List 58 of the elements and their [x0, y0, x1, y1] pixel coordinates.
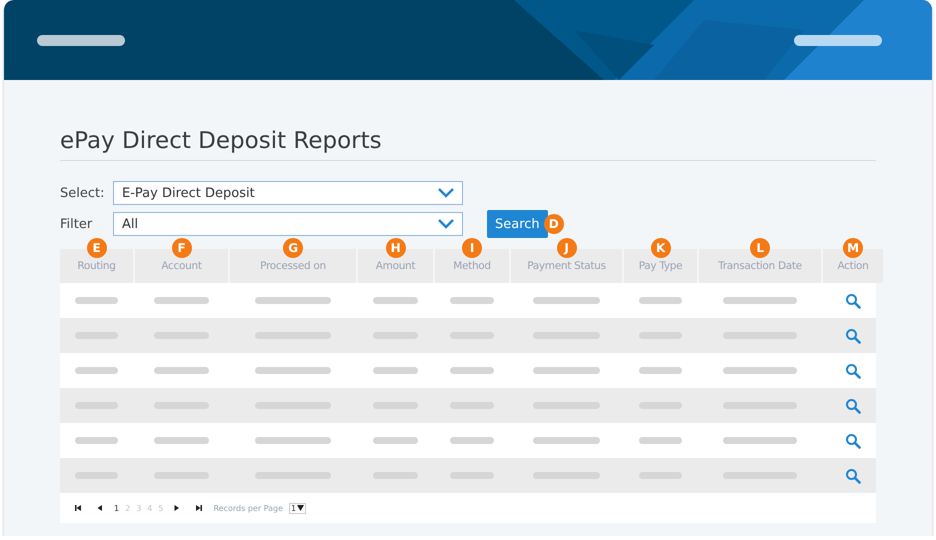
search-icon[interactable]	[845, 292, 861, 308]
chevron-down-icon	[438, 188, 454, 198]
column-header: Amount	[376, 260, 416, 272]
placeholder-bar	[450, 367, 494, 374]
filter-label: Filter	[60, 216, 94, 232]
search-icon[interactable]	[845, 398, 861, 414]
column-header: Action	[837, 260, 869, 272]
callout-badge: K	[650, 238, 670, 258]
page-link[interactable]: 1	[114, 504, 120, 512]
caret-icon	[297, 505, 304, 511]
placeholder-bar	[533, 437, 600, 444]
per-page-select[interactable]: 1	[289, 502, 306, 514]
placeholder-bar	[373, 297, 418, 304]
callout-badge: L	[750, 238, 770, 258]
search-icon[interactable]	[845, 468, 861, 484]
placeholder-bar	[638, 367, 682, 374]
report-select[interactable]: E-Pay Direct Deposit	[113, 181, 463, 205]
placeholder-bar	[373, 367, 418, 374]
next-page-icon[interactable]	[173, 504, 182, 512]
chevron-down-icon	[438, 219, 454, 229]
placeholder-bar	[154, 367, 210, 374]
callout-badge: J	[556, 238, 576, 258]
callout-badge: H	[386, 238, 406, 258]
search-button[interactable]: Search	[487, 210, 548, 238]
callout-badge: F	[172, 238, 192, 258]
placeholder-bar	[74, 297, 118, 304]
callout-badge: E	[86, 238, 106, 258]
callout-badge: I	[462, 238, 482, 258]
column-header: Payment Status	[527, 260, 606, 272]
placeholder-bar	[638, 437, 682, 444]
select-label: Select:	[60, 186, 106, 200]
column-header: Pay Type	[638, 260, 682, 272]
records-per-page-label: Records per Page	[213, 504, 284, 512]
placeholder-bar	[74, 437, 118, 444]
search-icon[interactable]	[845, 432, 861, 448]
search-icon[interactable]	[845, 362, 861, 378]
placeholder-bar	[450, 437, 494, 444]
column-header: Method	[453, 260, 491, 272]
placeholder-bar	[638, 297, 682, 304]
placeholder-bar	[154, 437, 210, 444]
placeholder-bar	[450, 297, 494, 304]
callout-badge: G	[283, 238, 303, 258]
page-title: ePay Direct Deposit Reports	[60, 128, 876, 161]
last-page-icon[interactable]	[195, 504, 204, 512]
placeholder-bar	[533, 297, 600, 304]
placeholder-bar	[533, 367, 600, 374]
callout-badge: M	[843, 238, 863, 258]
filter-select[interactable]: All	[113, 212, 463, 236]
column-header: Transaction Date	[718, 260, 802, 272]
previous-page-icon[interactable]	[96, 504, 104, 512]
search-icon[interactable]	[845, 328, 861, 344]
placeholder-bar	[74, 367, 118, 374]
placeholder-bar	[154, 297, 210, 304]
column-header: Processed on	[260, 260, 326, 272]
placeholder-bar	[373, 437, 418, 444]
column-header: Routing	[77, 260, 116, 272]
column-header: Account	[161, 260, 202, 272]
first-page-icon[interactable]	[74, 504, 82, 512]
